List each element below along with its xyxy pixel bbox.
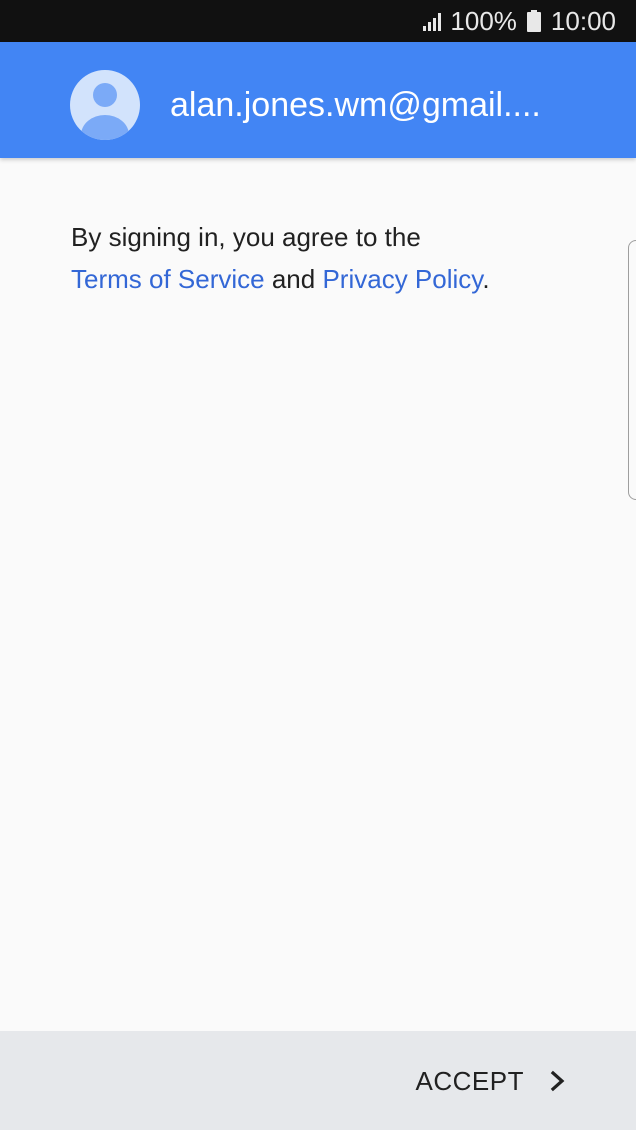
battery-icon (526, 10, 541, 32)
avatar-icon (70, 70, 140, 140)
status-indicators: 100% 10:00 (422, 0, 616, 42)
status-bar: 100% 10:00 (0, 0, 636, 42)
terms-period: . (482, 264, 490, 294)
chevron-right-icon (550, 1070, 565, 1092)
privacy-policy-link[interactable]: Privacy Policy (322, 264, 482, 294)
clock: 10:00 (550, 5, 616, 36)
accept-label: ACCEPT (415, 1065, 524, 1096)
bottom-bar: ACCEPT (0, 1031, 636, 1130)
terms-text: By signing in, you agree to the Terms of… (71, 216, 571, 300)
avatar-body (81, 115, 129, 140)
terms-and: and (271, 264, 316, 294)
screen: 100% 10:00 alan.jones.wm@gmail.... By si… (0, 0, 636, 1130)
edge-panel-handle[interactable] (628, 240, 636, 500)
terms-intro: By signing in, you agree to the (71, 222, 421, 252)
account-email: alan.jones.wm@gmail.... (170, 86, 541, 124)
battery-percent: 100% (450, 5, 517, 36)
terms-of-service-link[interactable]: Terms of Service (71, 264, 265, 294)
signal-icon (423, 13, 442, 31)
avatar-head (93, 83, 117, 107)
account-header: alan.jones.wm@gmail.... (0, 42, 636, 158)
accept-button[interactable]: ACCEPT (416, 1055, 568, 1107)
